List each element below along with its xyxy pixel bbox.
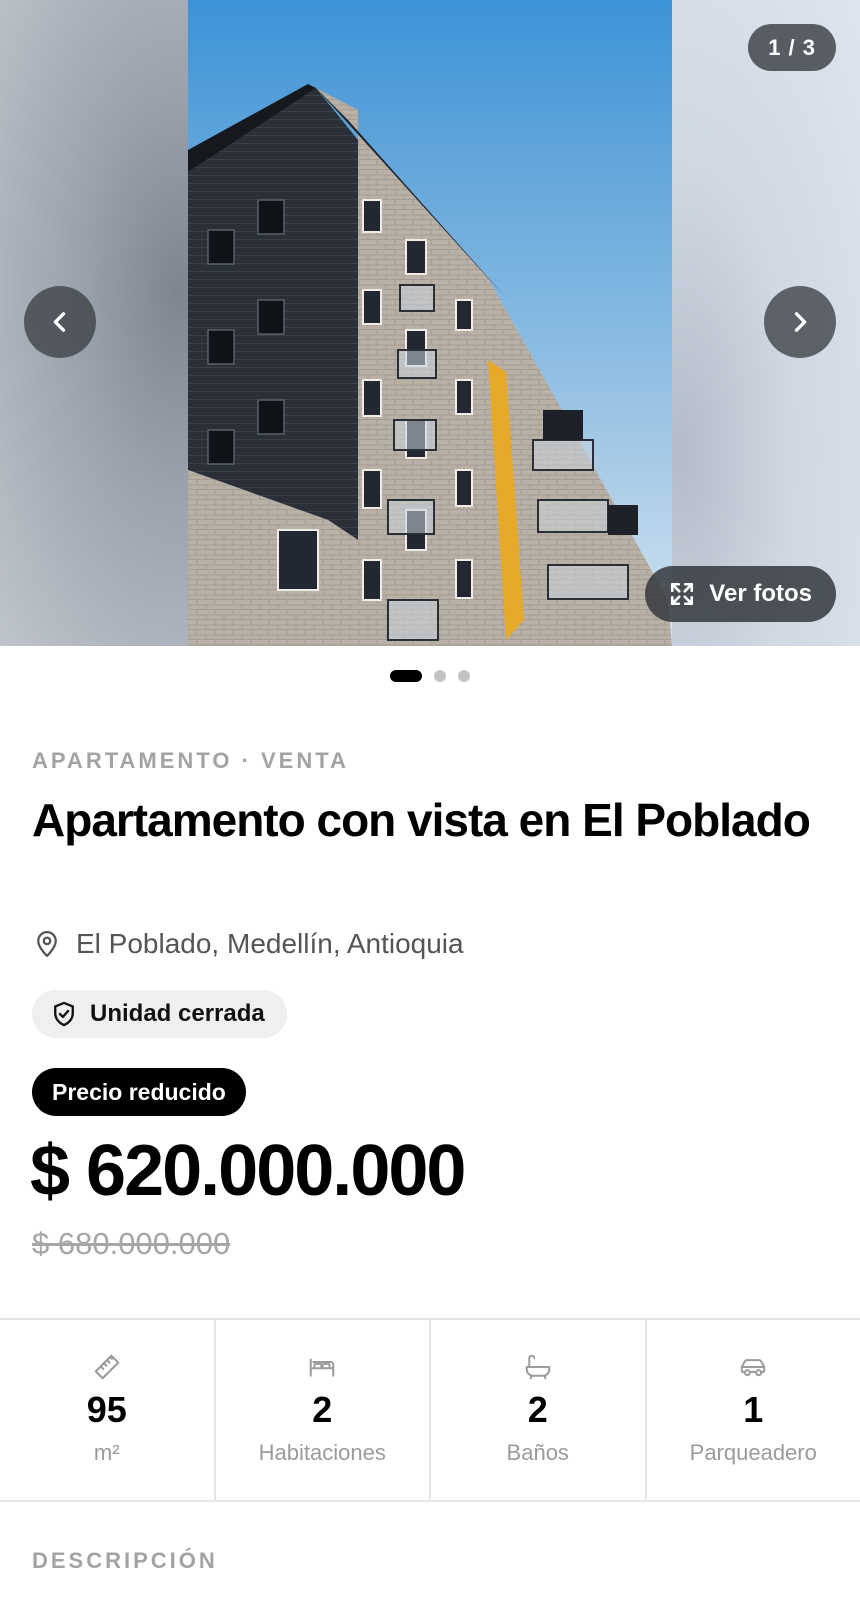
shield-check-icon [54,1001,74,1027]
stat-bathrooms-label: Baños [506,1440,569,1465]
view-photos-label: Ver fotos [709,580,812,607]
property-type-label: APARTAMENTO · VENTA [32,748,349,773]
photo-counter: 1 / 3 [748,24,836,71]
stat-bedrooms-value: 2 [312,1389,333,1430]
building-photo [188,0,672,646]
stat-area-value: 95 [86,1389,127,1430]
pagination-dot-2[interactable] [434,670,446,682]
gallery-pagination [0,670,860,682]
car-icon [741,1359,766,1377]
ruler-icon [94,1354,119,1380]
photo-gallery[interactable]: 1 / 3 Ver fotos [0,0,860,646]
map-pin-icon [37,931,57,957]
listing-photo[interactable] [188,0,672,646]
stat-area-label: m² [93,1440,120,1465]
property-stats: 95 m² 2 Habitaciones 2 Baños 1 Parqueade… [0,1318,860,1502]
bathtub-icon [525,1354,550,1380]
stat-bedrooms-label: Habitaciones [258,1440,386,1465]
chevron-left-icon [53,312,66,332]
stat-bedrooms: 2 Habitaciones [216,1320,431,1500]
stat-parking-value: 1 [743,1389,764,1430]
pagination-dot-1[interactable] [390,670,422,682]
current-price: $ 620.000.000 [30,1131,466,1211]
previous-photo-button[interactable] [24,286,96,358]
bed-icon [310,1358,335,1377]
stat-parking: 1 Parqueadero [647,1320,860,1500]
previous-price: $ 680.000.000 [32,1226,231,1261]
stat-area: 95 m² [0,1320,216,1500]
price-reduced-badge: Precio reducido [32,1068,246,1116]
stat-bathrooms-value: 2 [527,1389,548,1430]
feature-chip: Unidad cerrada [32,990,287,1038]
chevron-right-icon [794,312,807,332]
stat-parking-label: Parqueadero [689,1440,817,1465]
view-photos-button[interactable]: Ver fotos [645,566,836,622]
description-heading: DESCRIPCIÓN [32,1548,218,1573]
feature-chip-label: Unidad cerrada [90,1000,265,1027]
expand-icon [671,582,694,606]
next-photo-button[interactable] [764,286,836,358]
location-text: El Poblado, Medellín, Antioquia [76,928,464,959]
location: El Poblado, Medellín, Antioquia [32,928,464,960]
pagination-dot-3[interactable] [458,670,470,682]
stat-bathrooms: 2 Baños [431,1320,647,1500]
listing-title: Apartamento con vista en El Poblado [32,794,811,846]
